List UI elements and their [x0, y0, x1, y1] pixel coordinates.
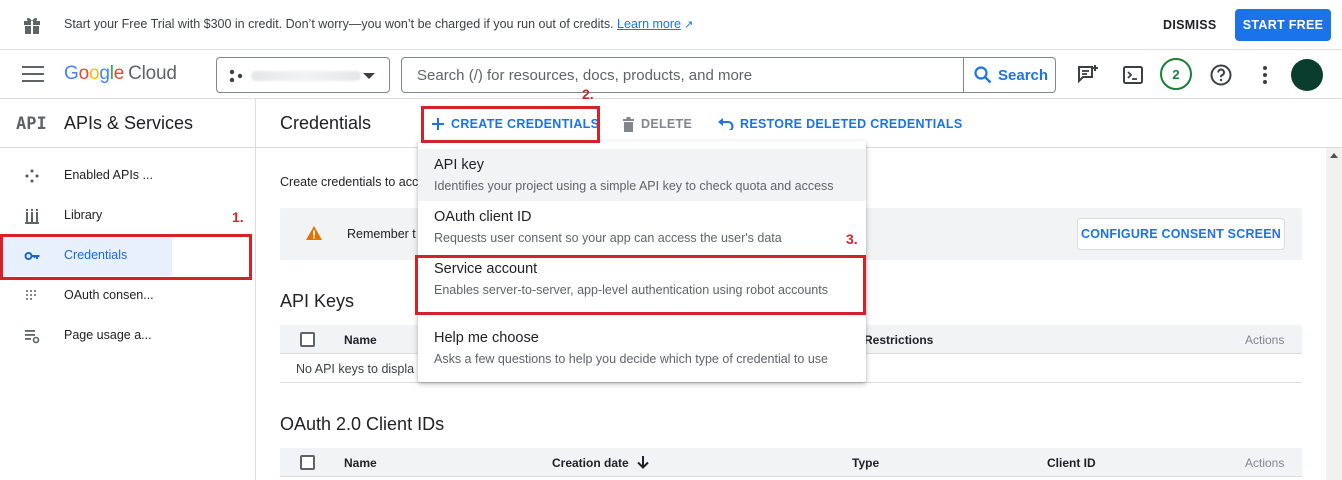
- api-icon: API: [16, 114, 47, 134]
- oauth-client-ids-heading: OAuth 2.0 Client IDs: [280, 414, 445, 434]
- page-usage-icon: [25, 330, 40, 344]
- project-dots-icon: [229, 69, 243, 83]
- arrow-down-icon: [636, 456, 649, 469]
- annotation-box-create-credentials: [421, 106, 600, 143]
- search-button[interactable]: Search: [963, 58, 1055, 92]
- search-input[interactable]: Search (/) for resources, docs, products…: [417, 67, 752, 84]
- menu-item-oauth-client-id[interactable]: OAuth client ID Requests user consent so…: [418, 201, 866, 253]
- select-all-checkbox[interactable]: [300, 455, 315, 470]
- logo-letter: o: [88, 63, 100, 84]
- annotation-box-credentials: [0, 234, 252, 280]
- warning-icon: [306, 226, 322, 240]
- scroll-up-icon[interactable]: [1330, 153, 1338, 158]
- trash-icon: [623, 116, 634, 132]
- menu-icon[interactable]: [22, 66, 44, 82]
- search-button-label: Search: [998, 66, 1049, 84]
- avatar[interactable]: [1291, 59, 1323, 91]
- sidebar-title: APIs & Services: [64, 113, 194, 133]
- dismiss-button[interactable]: DISMISS: [1153, 10, 1227, 40]
- restore-deleted-credentials-button[interactable]: RESTORE DELETED CREDENTIALS: [718, 109, 962, 139]
- sidebar-item-label: Enabled APIs ...: [64, 168, 153, 182]
- start-free-button[interactable]: START FREE: [1235, 9, 1331, 41]
- menu-item-help-me-choose[interactable]: Help me choose Asks a few questions to h…: [418, 322, 866, 374]
- column-header-name[interactable]: Name: [344, 456, 377, 470]
- api-keys-heading: API Keys: [280, 291, 355, 311]
- enabled-apis-icon: [25, 169, 39, 183]
- search-bar[interactable]: Search (/) for resources, docs, products…: [401, 57, 1056, 93]
- logo-letter: o: [78, 63, 90, 84]
- sidebar-header: API APIs & Services: [0, 99, 256, 148]
- column-header-type: Type: [852, 456, 880, 470]
- oauth-table-header: Name Creation date Type Client ID Action…: [280, 448, 1302, 477]
- logo-cloud-text: Cloud: [128, 63, 177, 84]
- menu-item-description: Asks a few questions to help you decide …: [434, 352, 828, 366]
- column-header-creation-date[interactable]: Creation date: [552, 456, 649, 470]
- menu-item-description: Requests user consent so your app can ac…: [434, 231, 782, 245]
- google-cloud-logo[interactable]: Google Cloud: [64, 63, 177, 85]
- delete-button[interactable]: DELETE: [622, 109, 692, 139]
- menu-item-title: Help me choose: [434, 330, 539, 346]
- logo-letter: e: [113, 63, 125, 84]
- sidebar-item-page-usage[interactable]: Page usage a...: [0, 316, 256, 356]
- menu-item-title: API key: [434, 157, 484, 173]
- promo-banner: Start your Free Trial with $300 in credi…: [0, 0, 1342, 50]
- feedback-icon[interactable]: [1076, 63, 1100, 87]
- help-icon[interactable]: [1209, 63, 1233, 87]
- library-icon: [25, 209, 39, 224]
- oauth-consent-icon: [26, 290, 36, 300]
- sidebar-item-label: Page usage a...: [64, 328, 152, 342]
- intro-text: Create credentials to acc: [280, 175, 419, 189]
- column-header-restrictions: Restrictions: [864, 333, 934, 347]
- annotation-box-service-account: [415, 255, 866, 315]
- sidebar: API APIs & Services Enabled APIs ... Lib…: [0, 99, 256, 480]
- page-title: Credentials: [280, 113, 372, 133]
- annotation-step-3: 3.: [846, 231, 858, 247]
- chevron-down-icon: [363, 73, 375, 79]
- column-header-actions: Actions: [1245, 333, 1285, 347]
- sidebar-item-oauth-consent[interactable]: OAuth consen...: [0, 276, 256, 316]
- promo-text: Start your Free Trial with $300 in credi…: [64, 17, 614, 31]
- menu-item-title: OAuth client ID: [434, 209, 532, 225]
- sidebar-item-label: OAuth consen...: [64, 288, 154, 302]
- configure-consent-screen-button[interactable]: CONFIGURE CONSENT SCREEN: [1077, 218, 1285, 250]
- notifications-badge[interactable]: 2: [1160, 58, 1192, 90]
- select-all-checkbox[interactable]: [300, 332, 315, 347]
- search-icon: [974, 66, 992, 84]
- sidebar-item-library[interactable]: Library: [0, 196, 256, 236]
- restore-label: RESTORE DELETED CREDENTIALS: [740, 117, 963, 131]
- gift-icon: [24, 17, 40, 34]
- column-header-actions: Actions: [1245, 456, 1285, 470]
- project-name-redacted: [251, 71, 361, 81]
- sidebar-item-enabled-apis[interactable]: Enabled APIs ...: [0, 156, 256, 196]
- column-header-client-id: Client ID: [1047, 456, 1096, 470]
- more-vert-icon[interactable]: [1253, 63, 1277, 87]
- menu-item-description: Identifies your project using a simple A…: [434, 179, 834, 193]
- cloud-shell-icon[interactable]: [1121, 63, 1145, 87]
- promo-message: Start your Free Trial with $300 in credi…: [64, 17, 693, 31]
- menu-item-api-key[interactable]: API key Identifies your project using a …: [418, 149, 866, 201]
- top-nav: Google Cloud Search (/) for resources, do…: [0, 50, 1342, 99]
- creation-date-label: Creation date: [552, 456, 629, 470]
- project-selector[interactable]: [216, 57, 390, 93]
- annotation-step-2: 2.: [582, 86, 594, 102]
- undo-icon: [718, 118, 734, 130]
- logo-letter: G: [64, 63, 79, 84]
- scrollbar[interactable]: [1326, 148, 1342, 480]
- sidebar-item-label: Library: [64, 208, 103, 222]
- annotation-step-1: 1.: [232, 209, 244, 225]
- empty-state-text: No API keys to displa: [296, 362, 415, 376]
- alert-text: Remember t: [347, 227, 416, 241]
- delete-label: DELETE: [641, 117, 693, 131]
- column-header-name[interactable]: Name: [344, 333, 377, 347]
- learn-more-link[interactable]: Learn more: [617, 17, 681, 31]
- logo-letter: g: [99, 63, 110, 84]
- external-link-icon: ↗: [683, 19, 694, 31]
